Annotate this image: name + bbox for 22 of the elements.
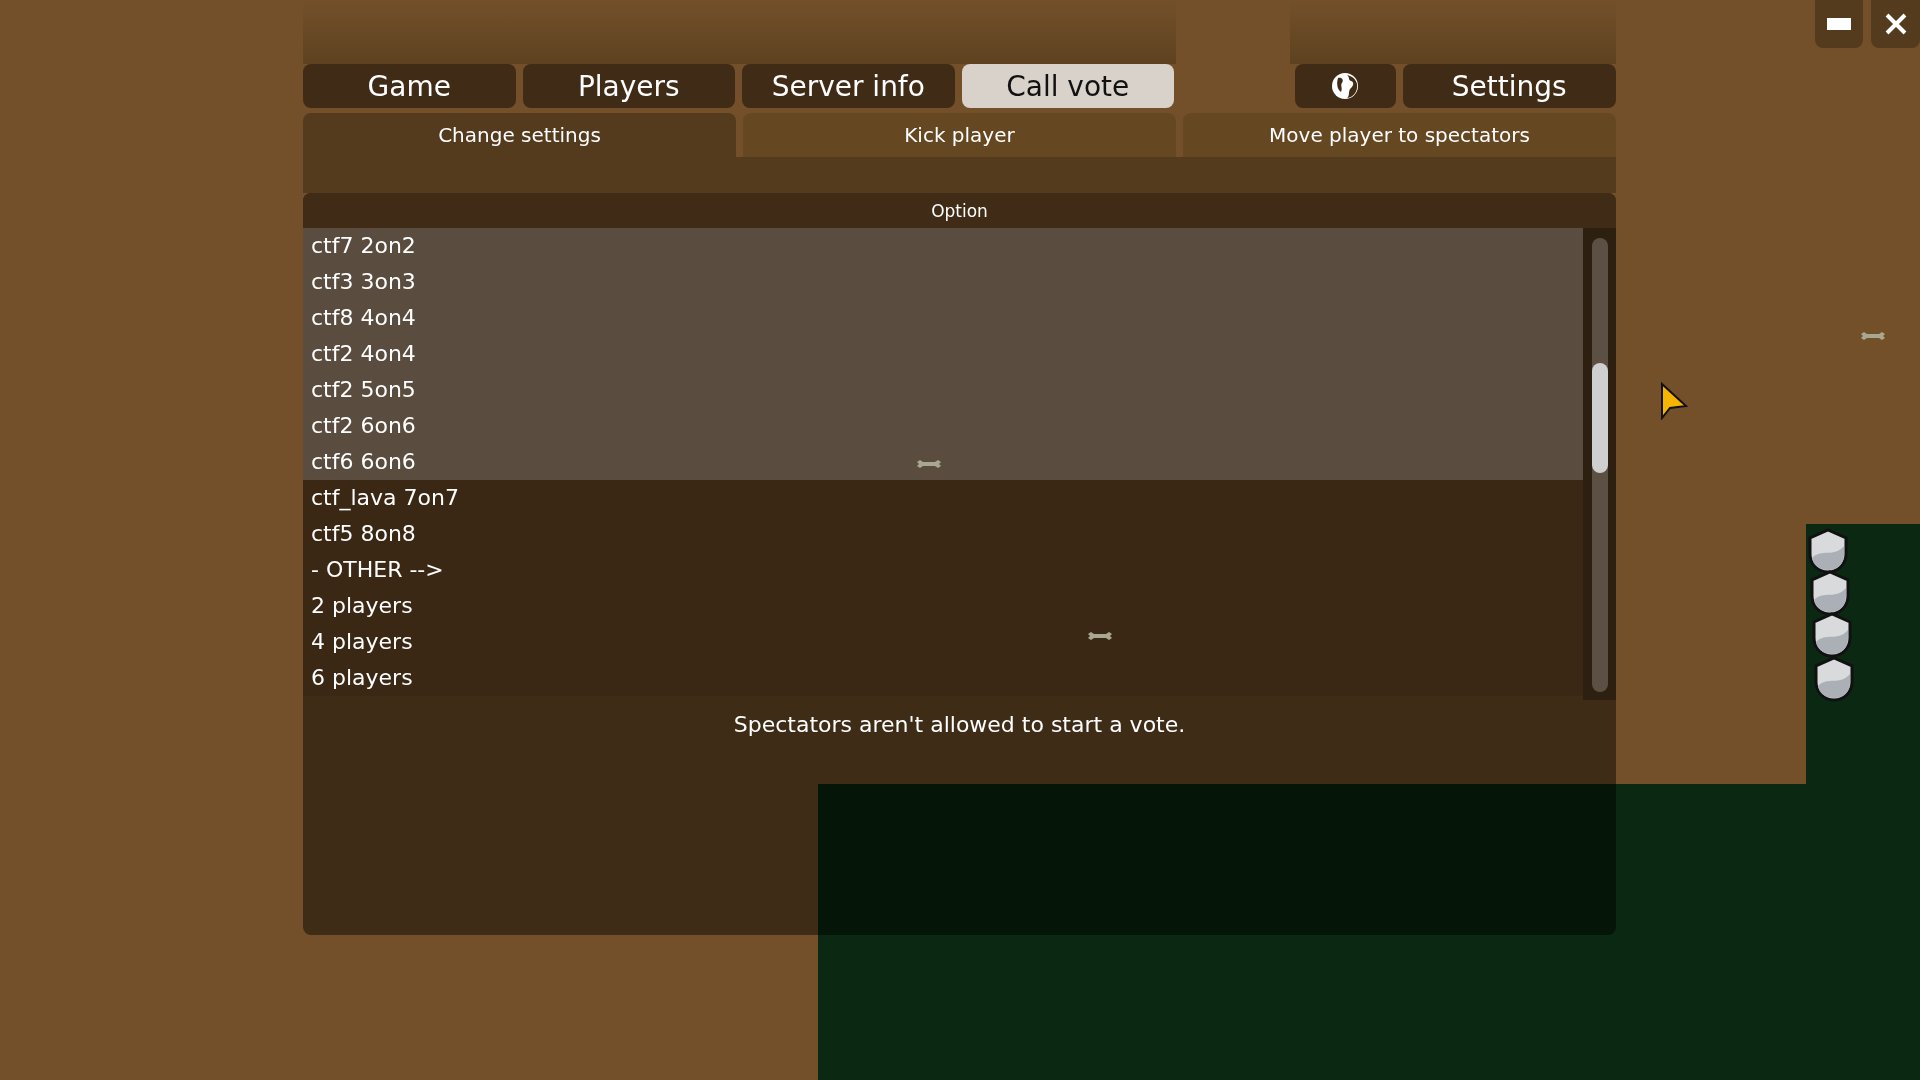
vote-option[interactable]: - OTHER -->	[303, 552, 1583, 588]
menu-tab[interactable]: Call vote	[961, 64, 1174, 108]
vote-option[interactable]: ctf6 6on6	[303, 444, 1583, 480]
vote-type-tab[interactable]: Move player to spectators	[1183, 113, 1616, 157]
vote-option[interactable]: ctf_lava 7on7	[303, 480, 1583, 516]
vote-option[interactable]: ctf7 2on2	[303, 228, 1583, 264]
status-message: Spectators aren't allowed to start a vote.	[733, 712, 1186, 739]
vote-option[interactable]: ctf2 4on4	[303, 336, 1583, 372]
vote-option[interactable]: ctf3 3on3	[303, 264, 1583, 300]
menu-tab[interactable]: Players	[522, 64, 735, 108]
menu-tab[interactable]: Server info	[742, 64, 955, 108]
vote-option[interactable]: ctf8 4on4	[303, 300, 1583, 336]
menu-tab[interactable]: Game	[303, 64, 516, 108]
vote-option[interactable]: ctf5 8on8	[303, 516, 1583, 552]
vote-option[interactable]: ctf2 5on5	[303, 372, 1583, 408]
vote-type-tab[interactable]: Kick player	[743, 113, 1176, 157]
vote-option[interactable]: ctf2 6on6	[303, 408, 1583, 444]
vote-option[interactable]: 2 players	[303, 588, 1583, 624]
menu-tab[interactable]: Settings	[1402, 64, 1616, 108]
vote-option[interactable]: 4 players	[303, 624, 1583, 660]
vote-type-tab[interactable]: Change settings	[303, 113, 736, 157]
vote-option[interactable]: 6 players	[303, 660, 1583, 696]
